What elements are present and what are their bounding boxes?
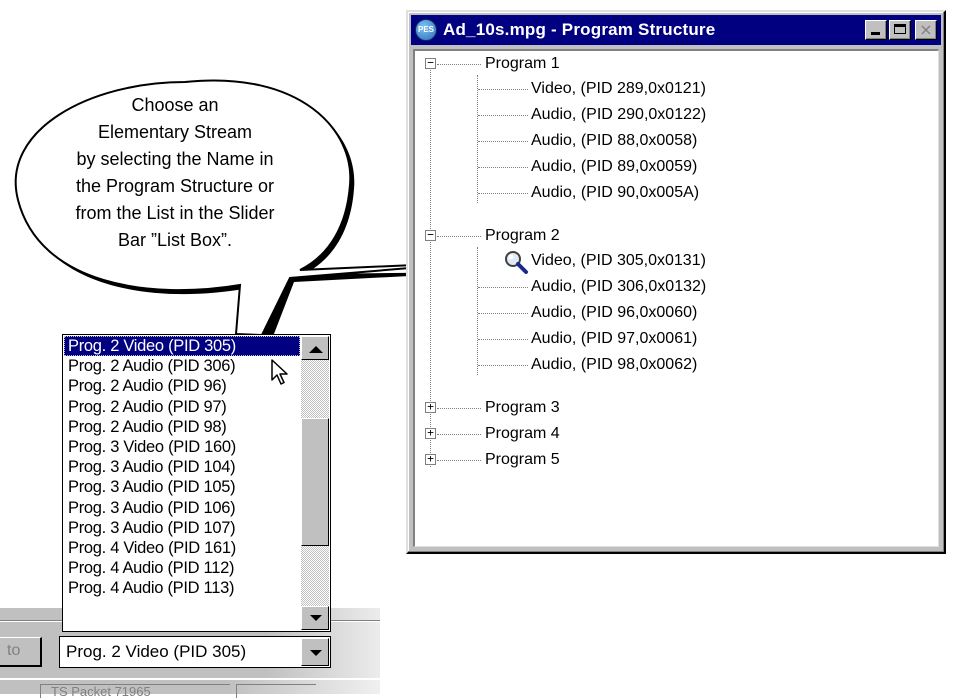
tree-node-program-1[interactable]: Program 1 [485, 51, 560, 77]
list-item[interactable]: Prog. 2 Audio (PID 96) [64, 376, 300, 396]
tree-line [437, 408, 481, 409]
status-panel [236, 684, 316, 698]
expand-toggle-program-3[interactable]: + [425, 401, 436, 413]
window-controls: × [865, 20, 937, 40]
chevron-down-icon [310, 650, 322, 656]
mouse-pointer-icon [271, 359, 288, 385]
scroll-up-button[interactable] [301, 336, 329, 360]
tree-node-program-5[interactable]: Program 5 [485, 447, 560, 473]
callout-line: by selecting the Name in [76, 149, 274, 169]
tree-node-stream[interactable]: Audio, (PID 290,0x0122) [531, 102, 706, 128]
tree-node-stream[interactable]: Audio, (PID 306,0x0132) [531, 274, 706, 300]
list-item[interactable]: Prog. 3 Video (PID 160) [64, 437, 300, 457]
window-title: Ad_10s.mpg - Program Structure [443, 20, 716, 39]
tree-line [477, 75, 478, 203]
stream-list-box-value: Prog. 2 Video (PID 305) [66, 642, 247, 661]
tree-line [478, 89, 528, 90]
tree-node-program-2[interactable]: Program 2 [485, 223, 560, 249]
collapse-toggle-program-2[interactable]: − [425, 229, 436, 241]
stream-dropdown-list[interactable]: Prog. 2 Video (PID 305) Prog. 2 Audio (P… [62, 334, 331, 632]
tree-line [478, 193, 528, 194]
close-button[interactable]: × [915, 20, 937, 40]
close-icon: × [919, 20, 933, 39]
tree-node-program-4[interactable]: Program 4 [485, 421, 560, 447]
tree-node-stream[interactable]: Audio, (PID 96,0x0060) [531, 300, 697, 326]
tree-node-program-3[interactable]: Program 3 [485, 395, 560, 421]
dropdown-button[interactable] [301, 638, 329, 666]
tree-line [437, 434, 481, 435]
list-item[interactable]: Prog. 2 Audio (PID 98) [64, 417, 300, 437]
tree-node-stream[interactable]: Audio, (PID 90,0x005A) [531, 180, 699, 206]
tree-line [478, 365, 528, 366]
maximize-icon [894, 24, 906, 34]
tree-line [437, 236, 481, 237]
scroll-down-button[interactable] [301, 606, 329, 630]
vertical-scrollbar[interactable] [301, 336, 329, 630]
goto-button[interactable]: to [0, 637, 42, 667]
pes-app-icon[interactable]: PES [415, 19, 437, 41]
list-item[interactable]: Prog. 3 Audio (PID 106) [64, 498, 300, 518]
expand-toggle-program-4[interactable]: + [425, 427, 436, 439]
expand-toggle-program-5[interactable]: + [425, 453, 436, 465]
tree-line [437, 64, 481, 65]
tree-line [478, 141, 528, 142]
stream-options: Prog. 2 Video (PID 305) Prog. 2 Audio (P… [64, 336, 300, 598]
tree-line [437, 460, 481, 461]
callout-line: the Program Structure or [75, 176, 275, 196]
tree-line [478, 287, 528, 288]
tree-node-stream[interactable]: Audio, (PID 98,0x0062) [531, 352, 697, 378]
tree-line [478, 115, 528, 116]
list-item[interactable]: Prog. 2 Audio (PID 97) [64, 397, 300, 417]
magnifier-icon [505, 251, 528, 274]
tree-line [478, 167, 528, 168]
tree-line [477, 247, 478, 375]
list-item[interactable]: Prog. 3 Audio (PID 105) [64, 477, 300, 497]
tree-node-stream[interactable]: Audio, (PID 89,0x0059) [531, 154, 697, 180]
list-item[interactable]: Prog. 4 Audio (PID 113) [64, 578, 300, 598]
tree-node-stream-selected[interactable]: Video, (PID 305,0x0131) [531, 248, 706, 274]
callout-line: Bar ”List Box”. [117, 230, 233, 250]
list-item[interactable]: Prog. 4 Audio (PID 112) [64, 558, 300, 578]
list-item[interactable]: Prog. 3 Audio (PID 104) [64, 457, 300, 477]
chevron-down-icon [310, 615, 322, 621]
tree-line [478, 339, 528, 340]
tree-node-stream[interactable]: Audio, (PID 88,0x0058) [531, 128, 697, 154]
collapse-toggle-program-1[interactable]: − [425, 57, 436, 69]
title-bar[interactable]: PES Ad_10s.mpg - Program Structure × [411, 15, 941, 45]
chevron-up-icon [309, 346, 323, 353]
minimize-icon [871, 32, 880, 35]
program-tree[interactable]: − Program 1 Video, (PID 289,0x0121) Audi… [413, 49, 939, 547]
list-item[interactable]: Prog. 3 Audio (PID 107) [64, 518, 300, 538]
status-panel: TS Packet 71965 [40, 684, 230, 699]
stream-list-box[interactable]: Prog. 2 Video (PID 305) [59, 636, 331, 668]
scroll-thumb[interactable] [301, 418, 329, 546]
list-item[interactable]: Prog. 4 Video (PID 161) [64, 538, 300, 558]
maximize-button[interactable] [889, 20, 911, 40]
tree-node-stream[interactable]: Video, (PID 289,0x0121) [531, 76, 706, 102]
callout-line: Elementary Stream [97, 122, 253, 142]
tree-line [478, 313, 528, 314]
list-item-selected[interactable]: Prog. 2 Video (PID 305) [64, 336, 300, 357]
tree-node-stream[interactable]: Audio, (PID 97,0x0061) [531, 326, 697, 352]
callout-text: Choose an Elementary Stream by selecting… [25, 92, 325, 254]
program-structure-window: PES Ad_10s.mpg - Program Structure × − P… [406, 10, 946, 554]
list-item[interactable]: Prog. 2 Audio (PID 306) [64, 356, 300, 376]
callout-line: Choose an [131, 95, 219, 115]
callout-line: from the List in the Slider [75, 203, 275, 223]
minimize-button[interactable] [865, 20, 887, 40]
